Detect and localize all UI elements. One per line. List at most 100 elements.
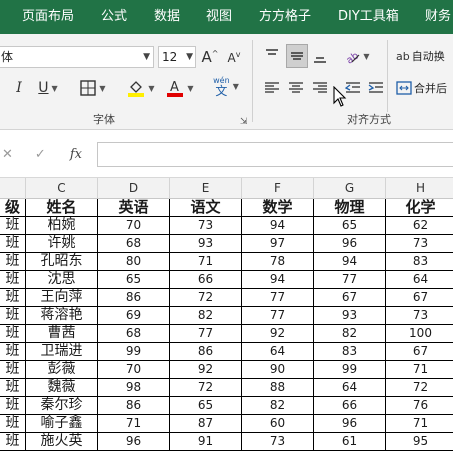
- column-header-f[interactable]: F: [242, 178, 314, 199]
- column-header-b[interactable]: [0, 178, 26, 199]
- row-class-cell[interactable]: 班: [0, 433, 26, 451]
- row-chemistry-cell[interactable]: 71: [386, 415, 453, 433]
- increase-font-size-button[interactable]: A^: [200, 45, 220, 69]
- orientation-button[interactable]: ab ▼: [342, 44, 372, 68]
- row-name-cell[interactable]: 孔昭东: [26, 253, 98, 271]
- row-class-cell[interactable]: 班: [0, 325, 26, 343]
- formula-input[interactable]: [97, 142, 453, 167]
- insert-function-icon[interactable]: fx: [70, 147, 82, 162]
- row-physics-cell[interactable]: 93: [314, 307, 386, 325]
- row-english-cell[interactable]: 86: [98, 289, 170, 307]
- row-math-cell[interactable]: 97: [242, 235, 314, 253]
- column-header-d[interactable]: D: [98, 178, 170, 199]
- row-name-cell[interactable]: 王向萍: [26, 289, 98, 307]
- row-math-cell[interactable]: 64: [242, 343, 314, 361]
- row-math-cell[interactable]: 90: [242, 361, 314, 379]
- row-math-cell[interactable]: 77: [242, 307, 314, 325]
- header-english-cell[interactable]: 英语: [98, 199, 170, 217]
- row-english-cell[interactable]: 80: [98, 253, 170, 271]
- row-chinese-cell[interactable]: 66: [170, 271, 242, 289]
- row-chinese-cell[interactable]: 92: [170, 361, 242, 379]
- row-math-cell[interactable]: 82: [242, 397, 314, 415]
- row-english-cell[interactable]: 86: [98, 397, 170, 415]
- italic-button[interactable]: I: [10, 76, 28, 100]
- row-physics-cell[interactable]: 83: [314, 343, 386, 361]
- row-chinese-cell[interactable]: 72: [170, 379, 242, 397]
- row-chemistry-cell[interactable]: 72: [386, 379, 453, 397]
- row-physics-cell[interactable]: 96: [314, 235, 386, 253]
- row-math-cell[interactable]: 77: [242, 289, 314, 307]
- row-math-cell[interactable]: 92: [242, 325, 314, 343]
- header-chinese-cell[interactable]: 语文: [170, 199, 242, 217]
- tab-fangfang[interactable]: 方方格子: [259, 0, 311, 34]
- increase-indent-button[interactable]: [366, 76, 386, 100]
- row-physics-cell[interactable]: 96: [314, 415, 386, 433]
- row-chemistry-cell[interactable]: 62: [386, 217, 453, 235]
- row-math-cell[interactable]: 94: [242, 271, 314, 289]
- align-left-button[interactable]: [262, 76, 282, 100]
- row-name-cell[interactable]: 许姚: [26, 235, 98, 253]
- row-physics-cell[interactable]: 99: [314, 361, 386, 379]
- align-center-button[interactable]: [286, 76, 306, 100]
- header-name-cell[interactable]: 姓名: [26, 199, 98, 217]
- row-chinese-cell[interactable]: 72: [170, 289, 242, 307]
- row-chemistry-cell[interactable]: 64: [386, 271, 453, 289]
- tab-formulas[interactable]: 公式: [101, 0, 127, 34]
- decrease-font-size-button[interactable]: Av: [224, 45, 244, 69]
- header-physics-cell[interactable]: 物理: [314, 199, 386, 217]
- column-header-e[interactable]: E: [170, 178, 242, 199]
- row-chinese-cell[interactable]: 87: [170, 415, 242, 433]
- row-class-cell[interactable]: 班: [0, 235, 26, 253]
- phonetic-guide-button[interactable]: wén 文 ▼: [208, 74, 244, 98]
- align-top-button[interactable]: [262, 44, 282, 68]
- row-chinese-cell[interactable]: 73: [170, 217, 242, 235]
- tab-data[interactable]: 数据: [154, 0, 180, 34]
- font-size-combobox[interactable]: 12 ▼: [158, 46, 196, 68]
- row-chemistry-cell[interactable]: 67: [386, 289, 453, 307]
- row-name-cell[interactable]: 柏婉: [26, 217, 98, 235]
- fill-color-button[interactable]: ▼: [124, 76, 158, 100]
- row-english-cell[interactable]: 96: [98, 433, 170, 451]
- row-class-cell[interactable]: 班: [0, 361, 26, 379]
- row-chinese-cell[interactable]: 86: [170, 343, 242, 361]
- borders-button[interactable]: ▼: [75, 76, 111, 100]
- row-chemistry-cell[interactable]: 76: [386, 397, 453, 415]
- row-chemistry-cell[interactable]: 100: [386, 325, 453, 343]
- merge-center-button[interactable]: 合并后: [396, 76, 453, 100]
- header-math-cell[interactable]: 数学: [242, 199, 314, 217]
- align-middle-button[interactable]: [286, 44, 308, 68]
- row-name-cell[interactable]: 魏薇: [26, 379, 98, 397]
- tab-view[interactable]: 视图: [206, 0, 232, 34]
- align-bottom-button[interactable]: [310, 44, 330, 68]
- row-english-cell[interactable]: 65: [98, 271, 170, 289]
- row-chinese-cell[interactable]: 71: [170, 253, 242, 271]
- row-class-cell[interactable]: 班: [0, 307, 26, 325]
- row-physics-cell[interactable]: 66: [314, 397, 386, 415]
- row-chinese-cell[interactable]: 91: [170, 433, 242, 451]
- row-chinese-cell[interactable]: 77: [170, 325, 242, 343]
- row-physics-cell[interactable]: 94: [314, 253, 386, 271]
- underline-button[interactable]: U ▼: [33, 76, 63, 100]
- font-name-combobox[interactable]: 体 ▼: [0, 46, 154, 68]
- header-class-cell[interactable]: 级: [0, 199, 26, 217]
- row-name-cell[interactable]: 彭薇: [26, 361, 98, 379]
- row-math-cell[interactable]: 78: [242, 253, 314, 271]
- dialog-launcher-icon[interactable]: ⇲: [240, 117, 248, 127]
- row-math-cell[interactable]: 94: [242, 217, 314, 235]
- row-chemistry-cell[interactable]: 83: [386, 253, 453, 271]
- row-name-cell[interactable]: 曹茜: [26, 325, 98, 343]
- row-class-cell[interactable]: 班: [0, 397, 26, 415]
- row-class-cell[interactable]: 班: [0, 379, 26, 397]
- row-chemistry-cell[interactable]: 95: [386, 433, 453, 451]
- row-class-cell[interactable]: 班: [0, 253, 26, 271]
- row-chinese-cell[interactable]: 65: [170, 397, 242, 415]
- row-class-cell[interactable]: 班: [0, 343, 26, 361]
- row-english-cell[interactable]: 71: [98, 415, 170, 433]
- row-physics-cell[interactable]: 77: [314, 271, 386, 289]
- row-name-cell[interactable]: 秦尔珍: [26, 397, 98, 415]
- row-name-cell[interactable]: 卫瑞进: [26, 343, 98, 361]
- row-name-cell[interactable]: 蒋溶艳: [26, 307, 98, 325]
- row-english-cell[interactable]: 70: [98, 361, 170, 379]
- row-physics-cell[interactable]: 67: [314, 289, 386, 307]
- row-english-cell[interactable]: 99: [98, 343, 170, 361]
